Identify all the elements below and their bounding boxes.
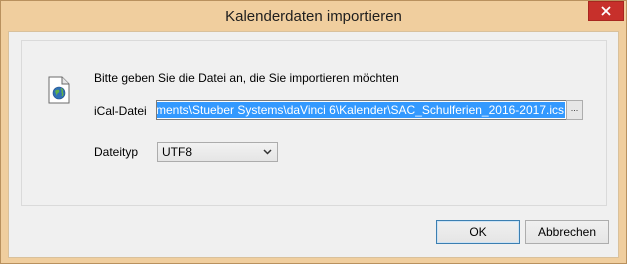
ical-file-input[interactable]: blic\Documents\Stueber Systems\daVinci 6…: [156, 100, 567, 120]
file-type-select[interactable]: UTF8: [157, 142, 278, 162]
instruction-text: Bitte geben Sie die Datei an, die Sie im…: [94, 71, 399, 85]
close-icon: [601, 6, 611, 16]
dialog-content: Bitte geben Sie die Datei an, die Sie im…: [8, 31, 619, 258]
dialog-window: Kalenderdaten importieren Bitte geben Si…: [0, 0, 627, 264]
browse-button[interactable]: ...: [566, 100, 583, 120]
close-button[interactable]: [588, 1, 624, 21]
file-type-label: Dateityp: [94, 145, 139, 159]
ical-file-label: iCal-Datei: [94, 104, 147, 118]
cancel-button[interactable]: Abbrechen: [525, 220, 609, 244]
web-document-icon: [48, 76, 70, 104]
ical-file-value: blic\Documents\Stueber Systems\daVinci 6…: [157, 102, 565, 118]
file-type-value: UTF8: [162, 145, 192, 159]
ok-button[interactable]: OK: [436, 220, 520, 244]
import-panel: [21, 40, 607, 206]
window-title: Kalenderdaten importieren: [225, 8, 402, 25]
chevron-down-icon: [263, 149, 272, 155]
title-bar[interactable]: Kalenderdaten importieren: [1, 1, 626, 31]
